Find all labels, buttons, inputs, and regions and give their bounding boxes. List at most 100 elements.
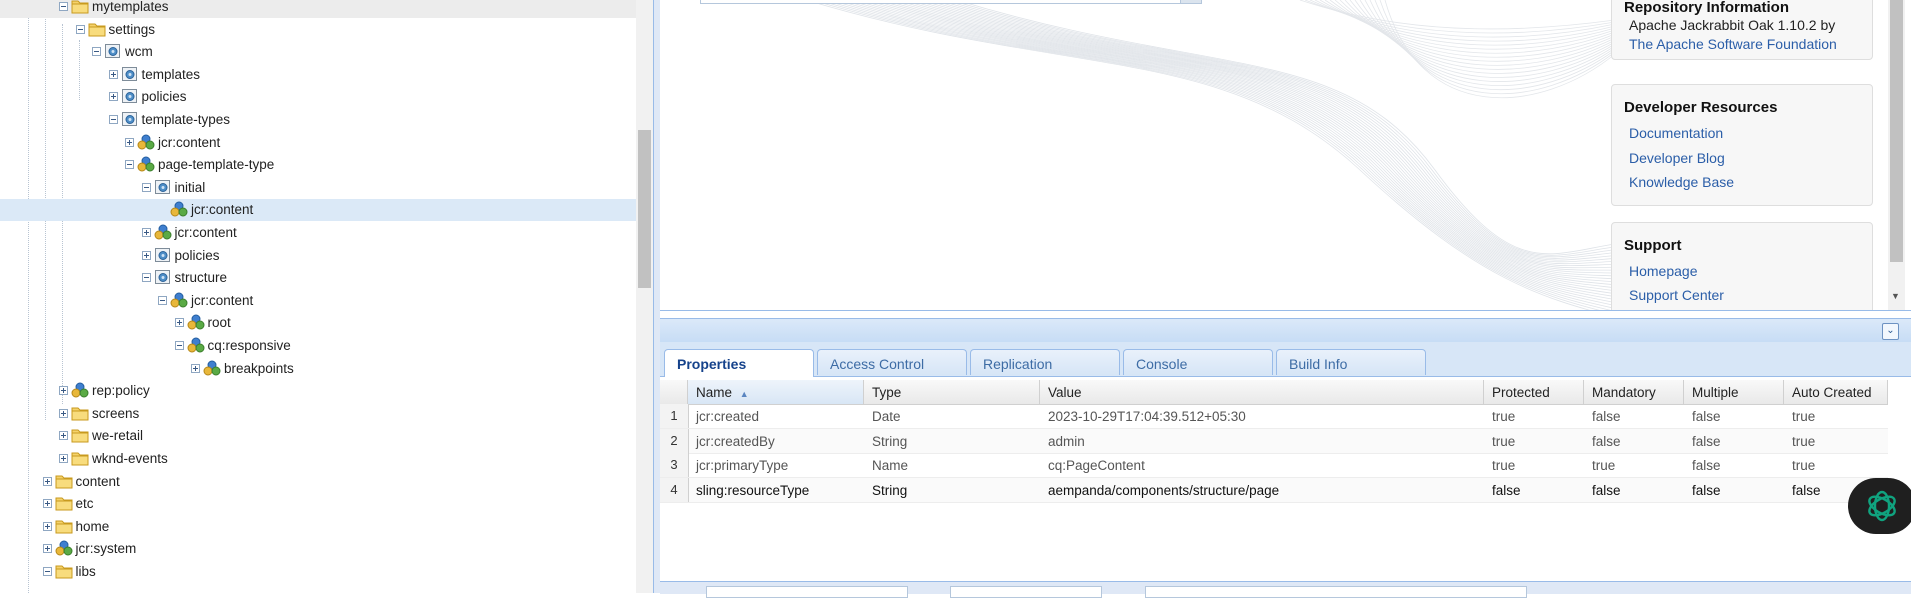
table-cell[interactable]: true [1492, 434, 1515, 449]
column-multiple[interactable]: Multiple [1684, 380, 1784, 404]
tree-node[interactable]: content [0, 471, 636, 493]
tree-scrollbar-thumb[interactable] [638, 130, 651, 288]
tree-node[interactable]: screens [0, 403, 636, 425]
collapse-icon[interactable] [174, 341, 184, 350]
tab-access-control[interactable]: Access Control [817, 349, 967, 375]
table-cell[interactable]: false [1692, 409, 1721, 424]
value-input[interactable] [1145, 586, 1527, 598]
knowledge-base-link[interactable]: Knowledge Base [1629, 174, 1734, 190]
expand-icon[interactable] [125, 137, 134, 147]
table-cell[interactable]: true [1792, 458, 1815, 473]
developer-blog-link[interactable]: Developer Blog [1629, 150, 1725, 166]
assistant-fab[interactable] [1848, 478, 1911, 534]
table-cell[interactable]: admin [1048, 434, 1085, 449]
table-row[interactable]: 1 jcr:created Date 2023-10-29T17:04:39.512+… [660, 404, 1888, 429]
tree-node[interactable]: libs [0, 561, 636, 583]
collapse-icon[interactable] [92, 47, 101, 57]
table-cell[interactable]: false [1792, 483, 1821, 498]
top-search-field[interactable] [700, 0, 1202, 4]
tree-node[interactable]: jcr:content [0, 290, 636, 312]
expand-icon[interactable] [42, 499, 52, 509]
name-input[interactable] [706, 586, 908, 598]
table-cell[interactable]: false [1492, 483, 1521, 498]
table-cell[interactable]: jcr:primaryType [696, 458, 788, 473]
tree-node[interactable]: templates [0, 64, 636, 86]
table-cell[interactable]: String [872, 483, 907, 498]
table-cell[interactable]: false [1592, 434, 1621, 449]
table-cell[interactable]: true [1492, 409, 1515, 424]
expand-icon[interactable] [42, 521, 52, 531]
tree-node[interactable]: etc [0, 493, 636, 515]
tree-node[interactable]: settings [0, 19, 636, 41]
tree-node[interactable]: wknd-events [0, 448, 636, 470]
column-type[interactable]: Type [864, 380, 1040, 404]
table-cell[interactable]: true [1792, 434, 1815, 449]
welcome-scrollbar-thumb[interactable] [1890, 0, 1903, 262]
welcome-scrollbar[interactable] [1888, 0, 1905, 310]
table-cell[interactable]: cq:PageContent [1048, 458, 1145, 473]
table-cell[interactable]: 2023-10-29T17:04:39.512+05:30 [1048, 409, 1246, 424]
table-cell[interactable]: false [1592, 409, 1621, 424]
tree-node[interactable]: wcm [0, 41, 636, 63]
expand-icon[interactable] [108, 69, 118, 79]
table-cell[interactable]: true [1592, 458, 1615, 473]
apache-foundation-link[interactable]: The Apache Software Foundation [1629, 36, 1837, 52]
tab-replication[interactable]: Replication [970, 349, 1120, 375]
documentation-link[interactable]: Documentation [1629, 125, 1723, 141]
tree-node[interactable]: template-types [0, 109, 636, 131]
expand-icon[interactable] [42, 476, 52, 486]
expand-icon[interactable] [59, 431, 68, 441]
expand-icon[interactable] [59, 454, 68, 463]
tree-node[interactable]: cq:responsive [0, 335, 636, 357]
homepage-link[interactable]: Homepage [1629, 263, 1698, 279]
collapse-icon[interactable]: ⌄ [1882, 323, 1899, 340]
table-cell[interactable]: false [1692, 458, 1721, 473]
collapse-icon[interactable] [42, 567, 52, 576]
table-cell[interactable]: jcr:created [696, 409, 759, 424]
expand-icon[interactable] [59, 408, 68, 418]
expand-icon[interactable] [141, 228, 151, 237]
tree-scrollbar[interactable] [636, 0, 653, 593]
tree-node[interactable]: we-retail [0, 425, 636, 447]
table-row[interactable]: 4 sling:resourceType String aempanda/compon… [660, 477, 1888, 503]
column-mandatory[interactable]: Mandatory [1584, 380, 1684, 404]
collapse-icon[interactable] [75, 24, 85, 34]
table-cell[interactable]: sling:resourceType [696, 483, 809, 498]
table-row[interactable]: 3 jcr:primaryType Name cq:PageContent true tr… [660, 453, 1888, 478]
expand-icon[interactable] [141, 250, 151, 260]
tree-node[interactable]: jcr:content [0, 199, 636, 222]
tree-node[interactable]: policies [0, 86, 636, 108]
support-center-link[interactable]: Support Center [1629, 287, 1724, 303]
tree-node[interactable]: page-template-type [0, 154, 636, 176]
tree-node[interactable]: jcr:content [0, 222, 636, 244]
tree-node[interactable]: initial [0, 177, 636, 199]
table-row[interactable]: 2 jcr:createdBy String admin true false false t… [660, 428, 1888, 454]
top-search-trigger[interactable] [1180, 0, 1202, 4]
tree-node[interactable]: jcr:system [0, 538, 636, 560]
collapse-icon[interactable] [125, 160, 134, 170]
table-cell[interactable]: false [1692, 483, 1721, 498]
collapse-icon[interactable] [158, 295, 167, 305]
column-protected[interactable]: Protected [1484, 380, 1584, 404]
tree-node[interactable]: breakpoints [0, 358, 636, 380]
expand-icon[interactable] [59, 386, 68, 396]
tree-node[interactable]: root [0, 312, 636, 334]
tree-node[interactable]: jcr:content [0, 132, 636, 154]
collapse-icon[interactable] [141, 273, 151, 283]
scroll-down-arrow-icon[interactable]: ▼ [1891, 291, 1900, 301]
expand-icon[interactable] [42, 544, 52, 554]
tree-node[interactable]: mytemplates [0, 0, 636, 18]
type-select[interactable] [950, 586, 1102, 598]
collapse-icon[interactable] [59, 2, 68, 11]
tab-console[interactable]: Console [1123, 349, 1273, 375]
column-name[interactable]: Name ▲ [688, 380, 864, 404]
table-cell[interactable]: jcr:createdBy [696, 434, 775, 449]
tree-node[interactable]: rep:policy [0, 380, 636, 402]
column-auto-created[interactable]: Auto Created [1784, 380, 1888, 404]
tree-node[interactable]: home [0, 516, 636, 538]
table-cell[interactable]: true [1792, 409, 1815, 424]
table-cell[interactable]: Name [872, 458, 908, 473]
table-cell[interactable]: true [1492, 458, 1515, 473]
expand-icon[interactable] [108, 92, 118, 102]
panel-splitter[interactable] [653, 0, 660, 593]
